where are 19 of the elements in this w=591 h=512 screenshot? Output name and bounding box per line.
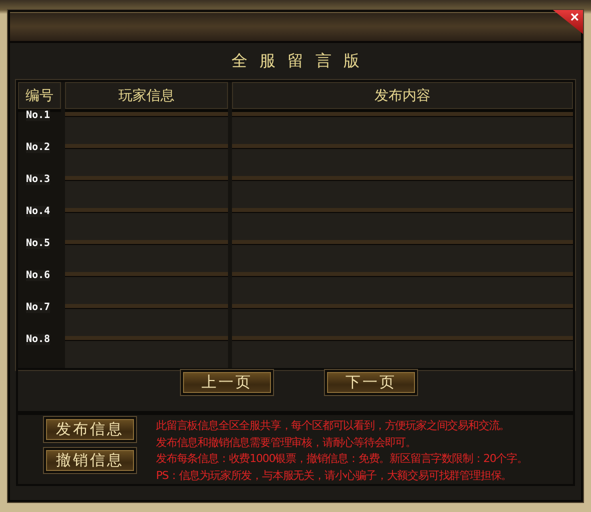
row-number: No.2: [26, 142, 50, 154]
notice-text: 发布每条信息：收费1000银票，撤销信息：免费。新区留言字数限制：20个字。: [156, 451, 528, 467]
previous-page-button[interactable]: 上一页: [181, 370, 273, 396]
notice-text: 发布信息和撤销信息需要管理审核，请耐心等待会即可。: [156, 434, 418, 450]
next-page-button[interactable]: 下一页: [325, 370, 417, 396]
withdraw-message-button[interactable]: 撤销信息: [44, 448, 136, 473]
notice-text: PS：信息为玩家所发，与本服无关，请小心骗子，大额交易可找群管理担保。: [156, 468, 513, 484]
column-header: 发布内容: [232, 82, 573, 112]
post-message-button[interactable]: 发布信息: [44, 417, 136, 442]
row-number: No.7: [26, 302, 50, 314]
row-number: No.4: [26, 206, 50, 218]
notice-text: 此留言板信息全区全服共享，每个区都可以看到，方便玩家之间交易和交流。: [156, 418, 511, 434]
row-number: No.6: [26, 270, 50, 282]
row-number: No.8: [26, 334, 50, 346]
column-header: 玩家信息: [65, 82, 228, 112]
window-title: 全服留言版: [230, 51, 372, 72]
row-number: No.3: [26, 174, 50, 186]
row-number: No.5: [26, 238, 50, 250]
row-number: No.1: [26, 110, 50, 122]
